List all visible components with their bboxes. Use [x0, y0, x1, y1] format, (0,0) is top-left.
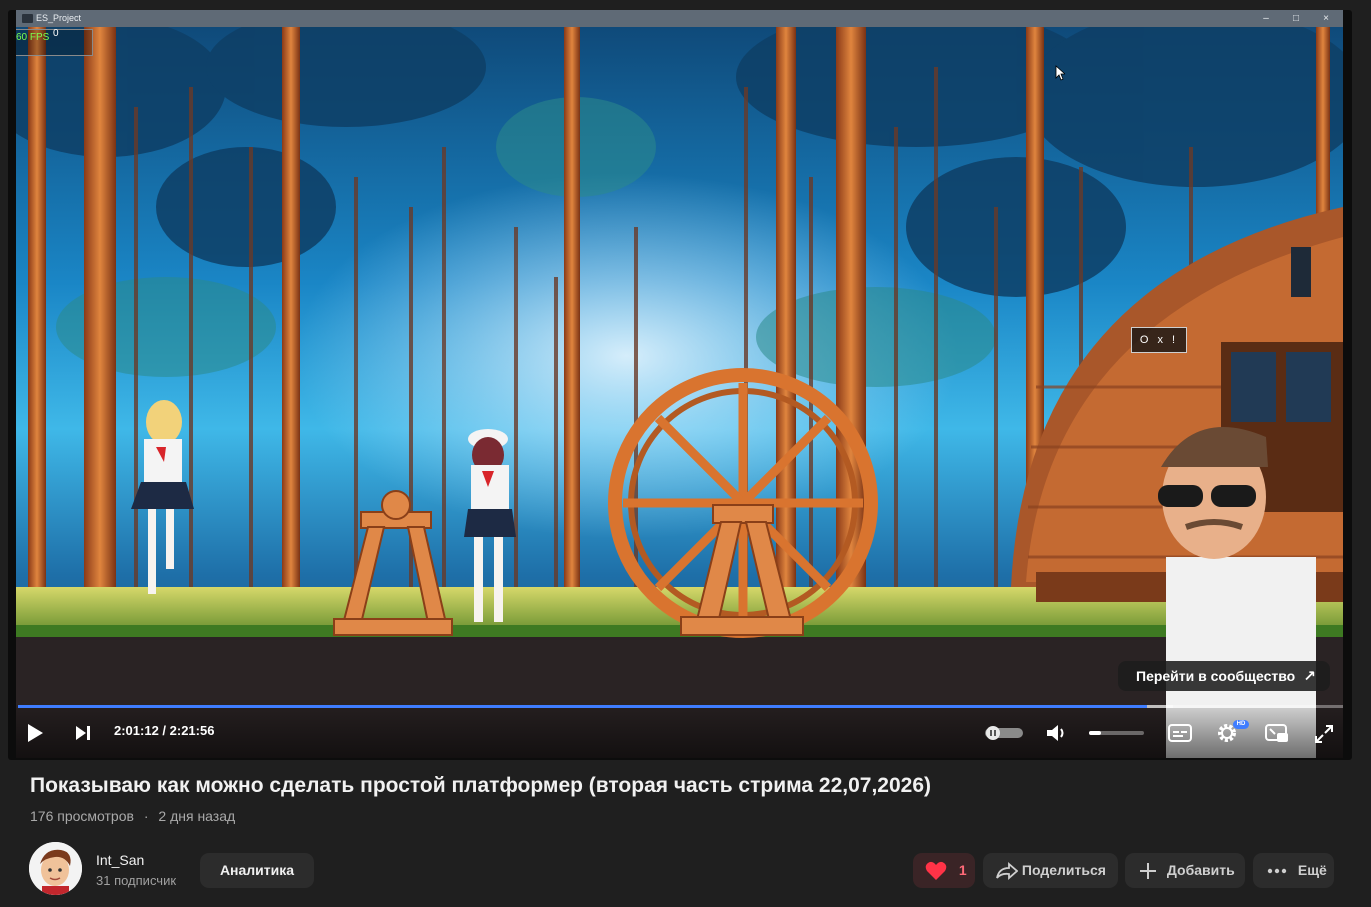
- fps-label: 60 FPS: [16, 32, 50, 43]
- app-icon: [22, 14, 33, 23]
- volume-level: [1089, 731, 1102, 735]
- game-window[interactable]: ES_Project – □ × 60 FPS 0 O x ! Перейти …: [16, 10, 1343, 758]
- community-button[interactable]: Перейти в сообщество ↗: [1118, 661, 1330, 691]
- next-icon[interactable]: [75, 725, 91, 741]
- subscriber-count: 31 подписчик: [96, 873, 177, 888]
- channel-name[interactable]: Int_San: [96, 852, 144, 868]
- analytics-button[interactable]: Аналитика: [200, 853, 314, 888]
- video-meta: 176 просмотров · 2 дня назад: [30, 808, 235, 824]
- maximize-button[interactable]: □: [1281, 10, 1311, 27]
- video-title: Показываю как можно сделать простой плат…: [30, 774, 932, 797]
- time-display: 2:01:12 / 2:21:56: [114, 723, 215, 738]
- miniplayer-icon[interactable]: [1265, 723, 1289, 743]
- close-button[interactable]: ×: [1311, 10, 1341, 27]
- video-info: Показываю как можно сделать простой плат…: [8, 760, 1352, 907]
- play-icon[interactable]: [26, 723, 44, 743]
- game-window-title: ES_Project: [36, 13, 82, 23]
- player-controls: 2:01:12 / 2:21:56 HD: [16, 708, 1343, 758]
- meta-separator: ·: [143, 808, 149, 824]
- autoplay-toggle-icon[interactable]: [984, 725, 1024, 741]
- analytics-label: Аналитика: [219, 862, 295, 878]
- game-sign: O x !: [1131, 327, 1187, 353]
- heart-icon: [925, 862, 947, 881]
- share-button[interactable]: Поделиться: [983, 853, 1118, 888]
- fullscreen-icon[interactable]: [1314, 724, 1334, 744]
- community-label: Перейти в сообщество: [1136, 668, 1296, 684]
- minimize-button[interactable]: –: [1251, 10, 1281, 27]
- fps-counter: 60 FPS 0: [16, 28, 93, 56]
- mouse-cursor-icon: [1055, 65, 1065, 81]
- game-scene: [16, 27, 1343, 758]
- plus-icon: [1140, 863, 1156, 880]
- like-button[interactable]: 1: [913, 853, 975, 888]
- more-button[interactable]: Ещё: [1253, 853, 1334, 888]
- volume-slider[interactable]: [1089, 731, 1144, 735]
- hd-badge: HD: [1233, 720, 1249, 729]
- subtitles-icon[interactable]: [1168, 723, 1192, 743]
- volume-icon[interactable]: [1046, 723, 1068, 743]
- game-titlebar: ES_Project – □ ×: [16, 10, 1343, 27]
- share-label: Поделиться: [1021, 862, 1106, 878]
- add-button[interactable]: Добавить: [1125, 853, 1245, 888]
- channel-avatar[interactable]: [29, 842, 82, 895]
- more-label: Ещё: [1297, 862, 1327, 878]
- upload-age: 2 дня назад: [158, 808, 236, 824]
- like-count: 1: [958, 862, 967, 878]
- add-label: Добавить: [1166, 862, 1235, 878]
- external-arrow-icon: ↗: [1303, 668, 1316, 685]
- more-dots-icon: [1267, 869, 1287, 874]
- fps-value: 0: [53, 28, 59, 39]
- view-count: 176 просмотров: [30, 808, 134, 824]
- share-icon: [996, 862, 1018, 881]
